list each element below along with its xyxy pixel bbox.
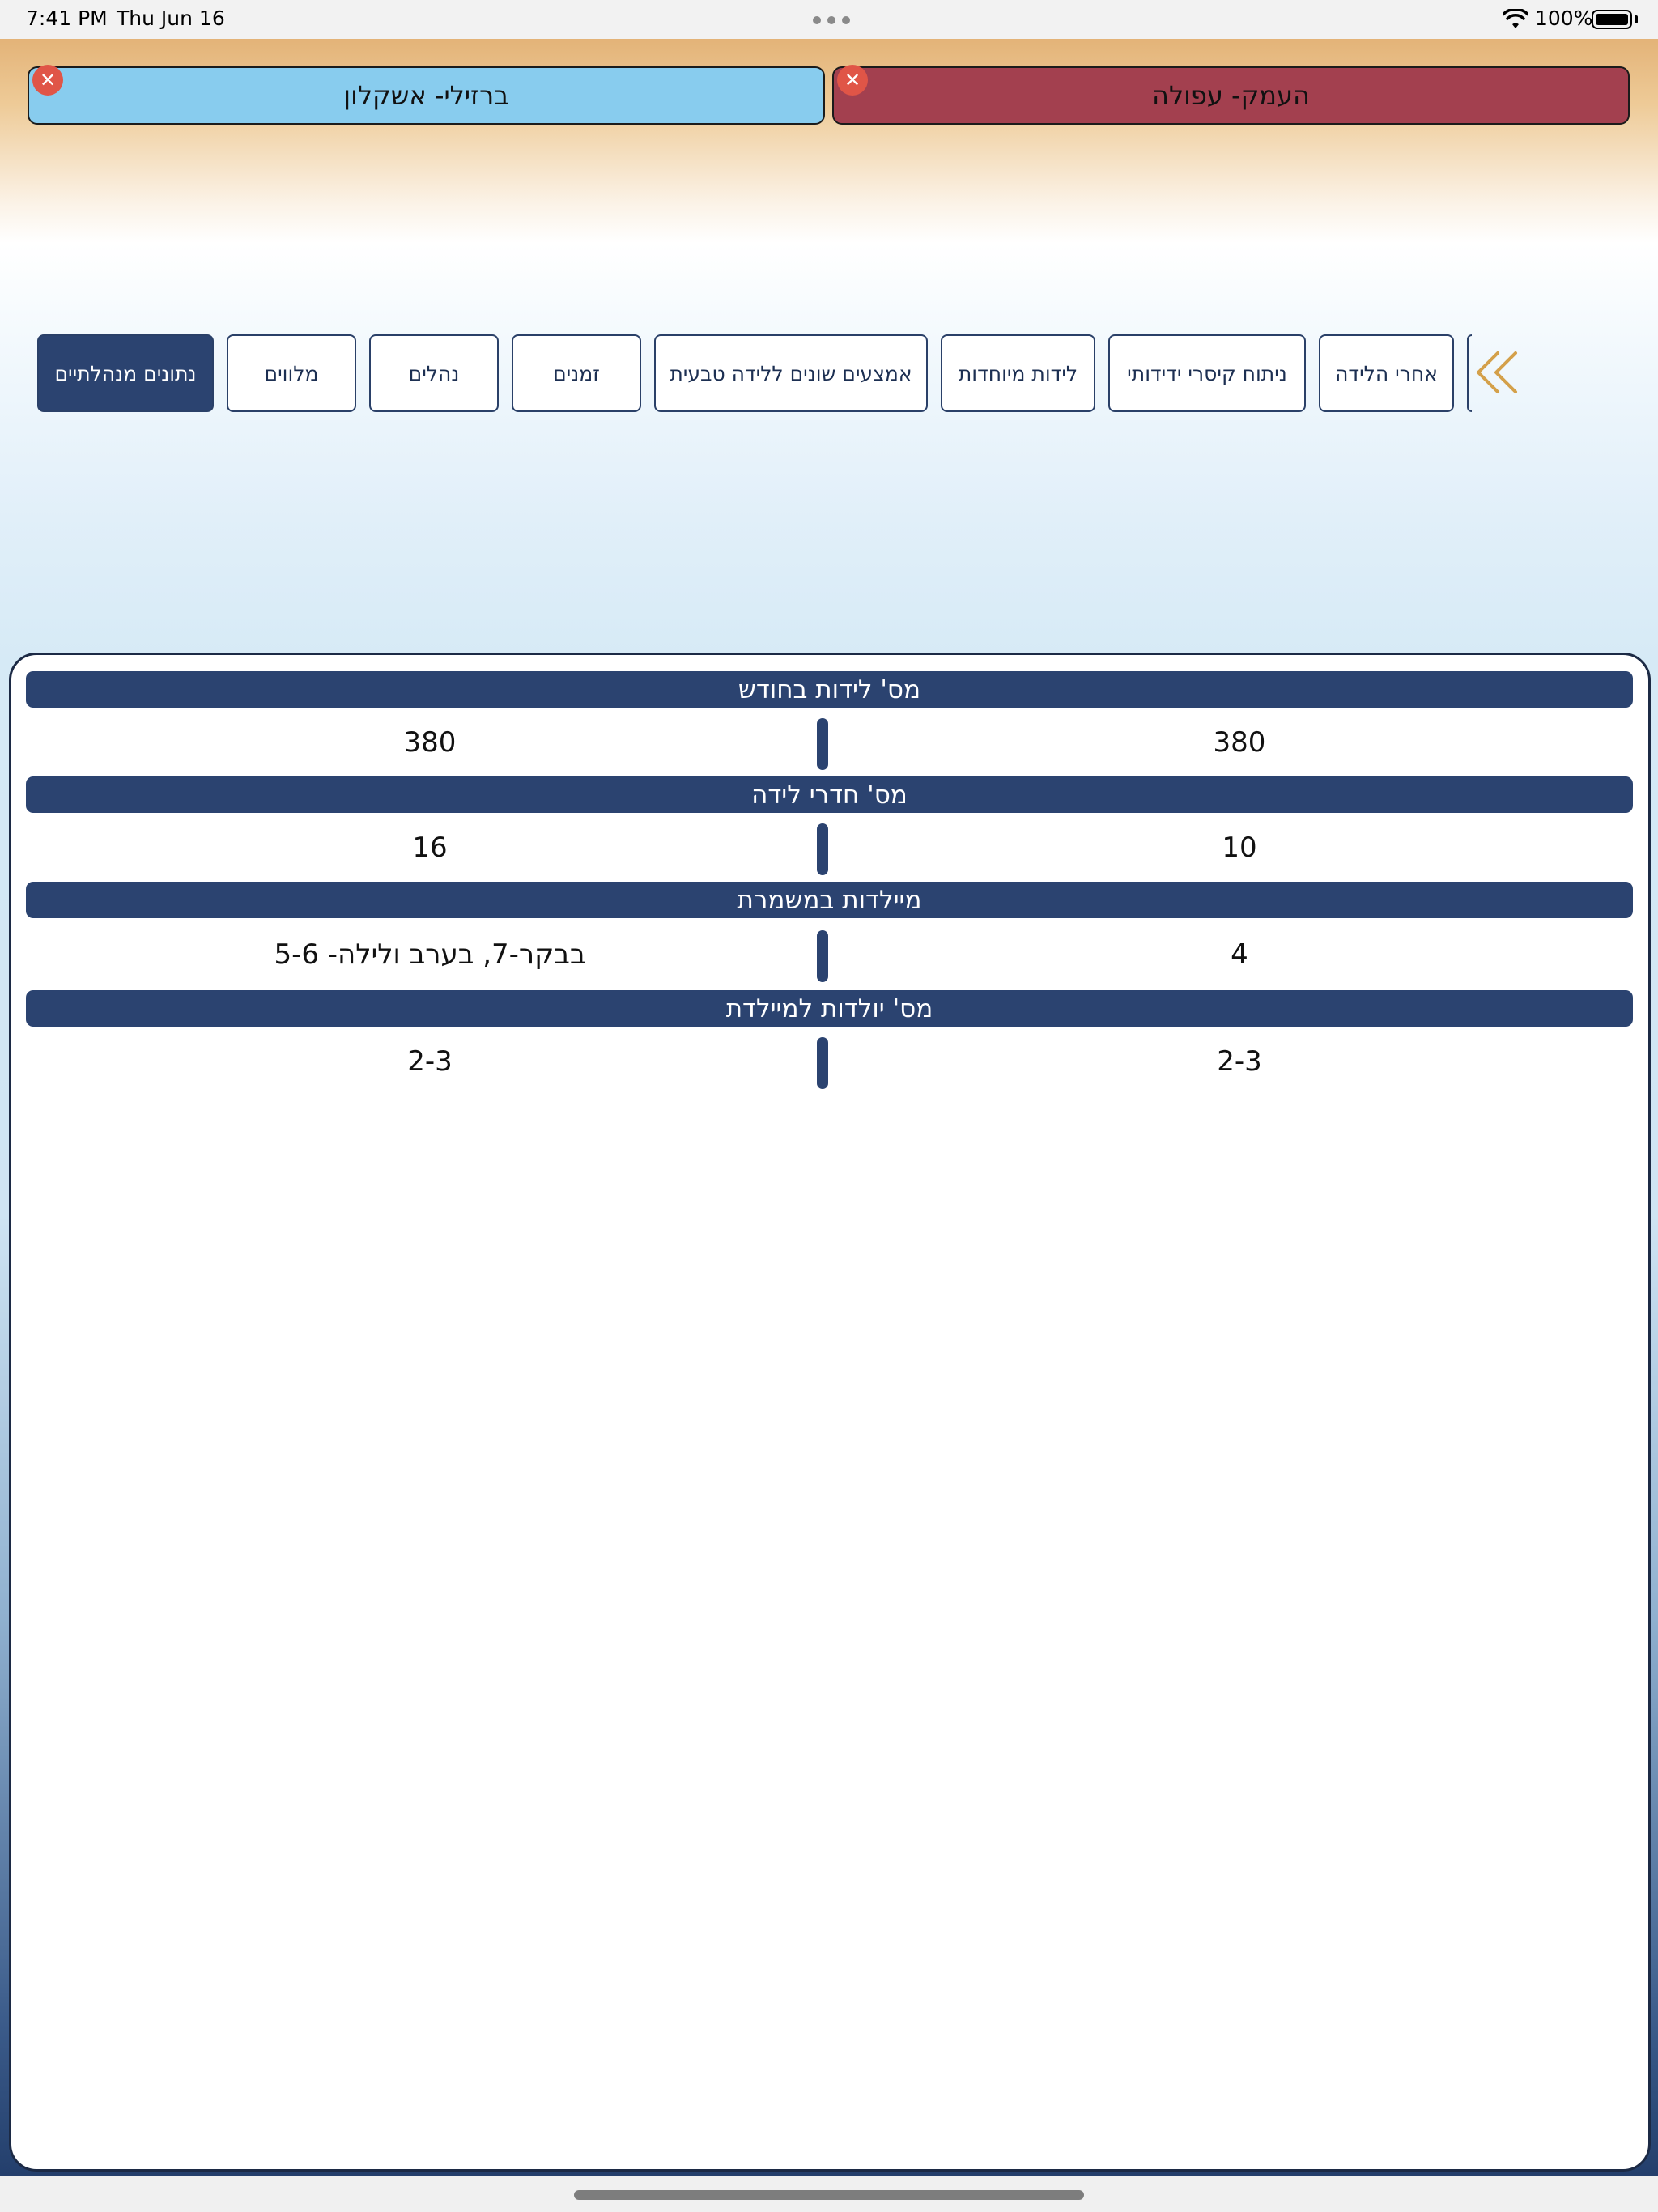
- row-separator: [817, 718, 828, 770]
- category-admin-data[interactable]: נתונים מנהלתיים: [37, 334, 214, 412]
- category-companions[interactable]: מלווים: [227, 334, 356, 412]
- category-procedures[interactable]: נהלים: [369, 334, 499, 412]
- close-icon[interactable]: ✕: [837, 65, 868, 96]
- battery-percent: 100%: [1535, 6, 1593, 30]
- category-label: זמנים: [553, 361, 600, 385]
- category-friendly-cesarean[interactable]: ניתוח קיסרי ידידותי: [1108, 334, 1306, 412]
- home-indicator[interactable]: [574, 2190, 1084, 2200]
- value-right: 4: [1231, 938, 1248, 971]
- wifi-icon: [1503, 9, 1528, 28]
- hospital-tab-right[interactable]: ✕ העמק- עפולה: [832, 65, 1630, 125]
- close-icon[interactable]: ✕: [32, 65, 63, 96]
- category-label: ניתוח קיסרי ידידותי: [1127, 361, 1287, 385]
- value-right: 2-3: [1217, 1045, 1262, 1078]
- multitasking-dots-icon[interactable]: [813, 16, 850, 24]
- category-label: לידות מיוחדות: [958, 361, 1078, 385]
- row-header: מס' לידות בחודש: [26, 671, 1633, 708]
- category-label: נהלים: [408, 361, 460, 385]
- battery-icon: [1592, 10, 1632, 29]
- double-chevron-left-icon[interactable]: [1473, 348, 1520, 397]
- row-header: מס' יולדות למיילדת: [26, 990, 1633, 1027]
- hospital-tab-left[interactable]: ✕ ברזילי- אשקלון: [28, 65, 825, 125]
- value-left: 380: [403, 726, 457, 759]
- status-time: 7:41 PM: [26, 6, 108, 30]
- value-right: 380: [1213, 726, 1266, 759]
- category-times[interactable]: זמנים: [512, 334, 641, 412]
- category-after-birth[interactable]: אחרי הלידה: [1319, 334, 1454, 412]
- category-partial[interactable]: [1467, 334, 1472, 412]
- comparison-panel: מס' לידות בחודש 380 380 מס' חדרי לידה 16…: [9, 653, 1651, 2172]
- row-separator: [817, 1037, 828, 1089]
- value-right: 10: [1222, 832, 1257, 864]
- status-date: Thu Jun 16: [117, 6, 225, 30]
- row-separator: [817, 930, 828, 982]
- value-left: 16: [412, 832, 448, 864]
- row-header: מיילדות במשמרת: [26, 882, 1633, 918]
- value-left: בבקר-7, בערב ולילה- 5-6: [274, 938, 586, 971]
- hospital-name-left: ברזילי- אשקלון: [343, 80, 509, 111]
- row-separator: [817, 823, 828, 875]
- category-label: אחרי הלידה: [1335, 361, 1438, 385]
- row-header: מס' חדרי לידה: [26, 776, 1633, 813]
- category-label: נתונים מנהלתיים: [54, 361, 197, 385]
- battery-cap: [1635, 15, 1638, 23]
- category-label: מלווים: [264, 361, 319, 385]
- status-bar: 7:41 PM Thu Jun 16 100%: [0, 0, 1658, 39]
- category-special-births[interactable]: לידות מיוחדות: [941, 334, 1095, 412]
- value-left: 2-3: [407, 1045, 453, 1078]
- category-label: אמצעים שונים ללידה טבעית: [670, 361, 912, 385]
- hospital-name-right: העמק- עפולה: [1152, 80, 1310, 111]
- category-natural-birth-means[interactable]: אמצעים שונים ללידה טבעית: [654, 334, 928, 412]
